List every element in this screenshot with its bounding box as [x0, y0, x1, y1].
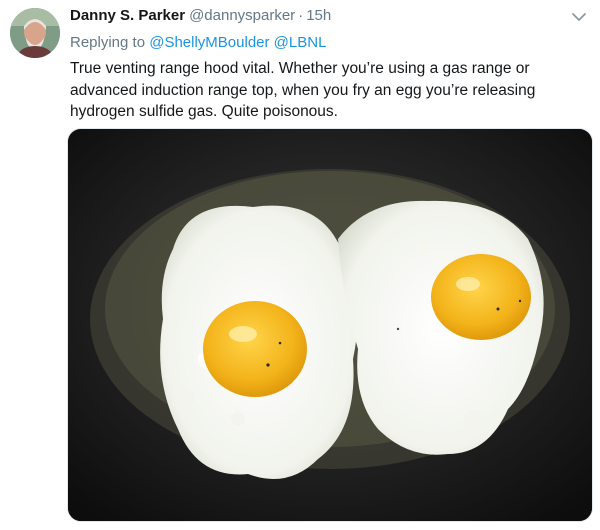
- replying-to: Replying to @ShellyMBoulder @LBNL: [70, 34, 326, 51]
- separator-dot: ·: [298, 7, 304, 24]
- author-name[interactable]: Danny S. Parker: [70, 7, 185, 24]
- replying-to-label: Replying to: [70, 34, 146, 51]
- tweet-photo[interactable]: [67, 128, 593, 522]
- avatar[interactable]: [10, 8, 60, 58]
- mention-link[interactable]: @ShellyMBoulder: [149, 34, 269, 51]
- tweet[interactable]: Danny S. Parker @dannysparker · 15h Replyin…: [0, 0, 600, 530]
- chevron-down-icon[interactable]: [570, 9, 588, 25]
- tweet-header: Danny S. Parker @dannysparker · 15h: [70, 6, 331, 26]
- tweet-text: True venting range hood vital. Whether y…: [70, 60, 536, 120]
- tweet-timestamp[interactable]: 15h: [306, 7, 331, 24]
- fried-eggs-photo: [68, 129, 592, 521]
- mention-link[interactable]: @LBNL: [274, 34, 327, 51]
- author-handle[interactable]: @dannysparker: [189, 7, 295, 24]
